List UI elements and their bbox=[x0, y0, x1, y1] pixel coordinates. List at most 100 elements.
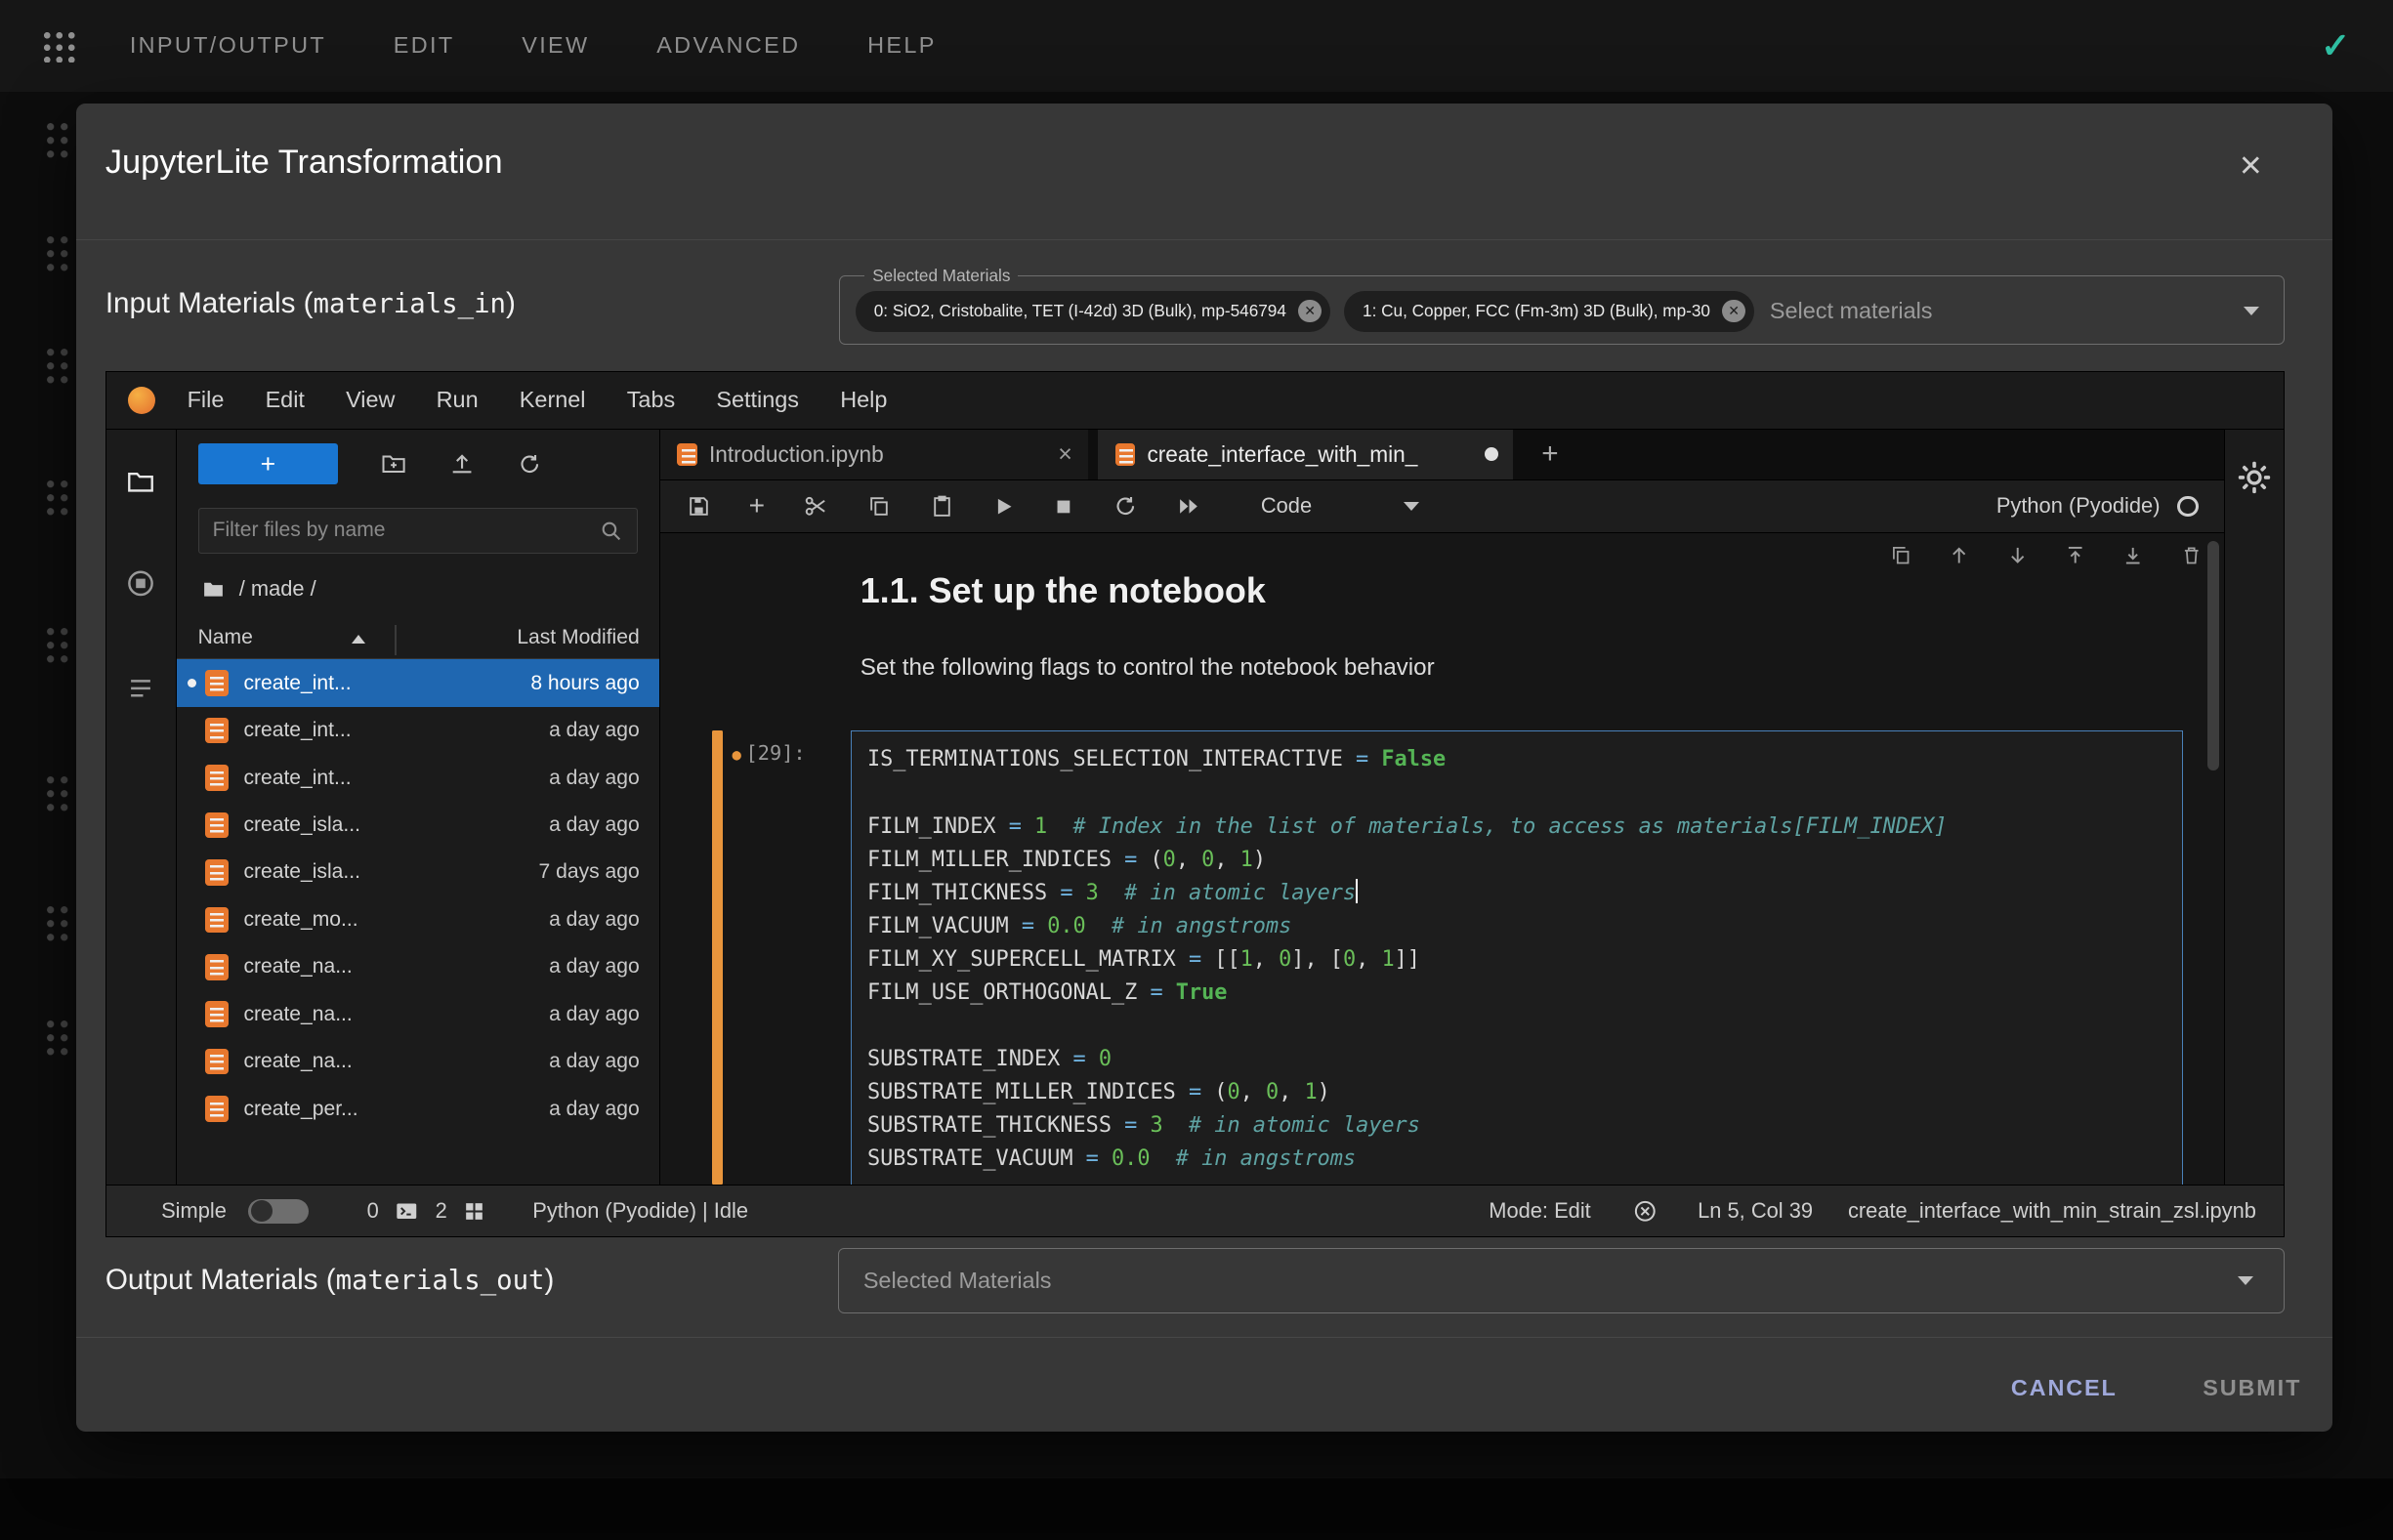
material-chip[interactable]: 1: Cu, Copper, FCC (Fm-3m) 3D (Bulk), mp… bbox=[1344, 291, 1754, 332]
topbar-menu-item[interactable]: VIEW bbox=[522, 32, 589, 59]
output-materials-placeholder: Selected Materials bbox=[863, 1268, 1052, 1294]
jupyter-menu-item[interactable]: Run bbox=[437, 387, 479, 413]
column-last-modified: Last Modified bbox=[517, 626, 639, 649]
material-chip-label: 1: Cu, Copper, FCC (Fm-3m) 3D (Bulk), mp… bbox=[1363, 301, 1710, 321]
material-chip[interactable]: 0: SiO2, Cristobalite, TET (I-42d) 3D (B… bbox=[856, 291, 1330, 332]
workflow-drag-handle bbox=[46, 348, 72, 388]
kernel-count[interactable]: 0 bbox=[367, 1198, 379, 1224]
jupyter-menu-item[interactable]: Kernel bbox=[520, 387, 586, 413]
file-row[interactable]: create_na...a day ago bbox=[177, 943, 659, 990]
file-row[interactable]: create_na...a day ago bbox=[177, 1038, 659, 1085]
file-row[interactable]: create_mo...a day ago bbox=[177, 896, 659, 943]
chevron-down-icon[interactable] bbox=[2244, 307, 2259, 315]
code-line bbox=[867, 776, 2182, 810]
cut-cells-icon[interactable] bbox=[803, 493, 829, 520]
topbar-menu-item[interactable]: INPUT/OUTPUT bbox=[130, 32, 326, 59]
kernel-name[interactable]: Python (Pyodide) bbox=[1996, 493, 2161, 519]
notebook-main-area: Introduction.ipynb × create_interface_wi… bbox=[660, 430, 2224, 1185]
file-row[interactable]: create_per...a day ago bbox=[177, 1085, 659, 1132]
file-row[interactable]: create_isla...7 days ago bbox=[177, 849, 659, 895]
submit-button[interactable]: SUBMIT bbox=[2203, 1375, 2301, 1401]
table-of-contents-icon[interactable] bbox=[126, 674, 155, 703]
jupyter-menu-item[interactable]: Edit bbox=[266, 387, 305, 413]
insert-cell-below-icon[interactable] bbox=[2121, 544, 2144, 566]
move-cell-up-icon[interactable] bbox=[1948, 544, 1970, 566]
file-row[interactable]: create_int...a day ago bbox=[177, 707, 659, 754]
cancel-button[interactable]: CANCEL bbox=[2011, 1375, 2118, 1401]
file-filter-input[interactable] bbox=[213, 519, 599, 542]
code-line: FILM_XY_SUPERCELL_MATRIX = [[1, 0], [0, … bbox=[867, 943, 2182, 977]
insert-cell-icon[interactable]: + bbox=[749, 492, 765, 520]
output-materials-label: Output Materials (materials_out) bbox=[105, 1264, 555, 1297]
new-folder-icon[interactable] bbox=[380, 450, 407, 478]
terminal-icon bbox=[394, 1198, 420, 1225]
circle-x-icon[interactable] bbox=[1632, 1198, 1658, 1225]
stop-kernel-icon[interactable] bbox=[1053, 496, 1074, 518]
cell-toolbar bbox=[1890, 544, 2203, 566]
workflow-drag-handle bbox=[46, 775, 72, 815]
duplicate-cell-icon[interactable] bbox=[1890, 544, 1912, 566]
copy-cells-icon[interactable] bbox=[867, 494, 892, 519]
selected-materials-field[interactable]: Selected Materials 0: SiO2, Cristobalite… bbox=[839, 266, 2285, 345]
file-modified: 7 days ago bbox=[539, 860, 659, 884]
insert-cell-above-icon[interactable] bbox=[2064, 544, 2086, 566]
file-modified: a day ago bbox=[549, 1098, 659, 1121]
new-launcher-button[interactable]: + bbox=[198, 443, 339, 484]
close-icon[interactable]: × bbox=[2240, 146, 2262, 185]
file-row[interactable]: create_int...8 hours ago bbox=[177, 659, 659, 706]
terminal-count[interactable]: 2 bbox=[436, 1198, 447, 1224]
active-filename: create_interface_with_min_strain_zsl.ipy… bbox=[1848, 1198, 2256, 1224]
refresh-icon[interactable] bbox=[517, 451, 543, 478]
app-logo-icon[interactable] bbox=[41, 29, 74, 62]
output-materials-select[interactable]: Selected Materials bbox=[838, 1248, 2285, 1313]
topbar-menu-item[interactable]: EDIT bbox=[394, 32, 455, 59]
file-row[interactable]: create_isla...a day ago bbox=[177, 802, 659, 849]
file-browser-icon[interactable] bbox=[126, 467, 156, 497]
upload-icon[interactable] bbox=[448, 450, 476, 478]
file-browser-panel: + bbox=[177, 430, 660, 1185]
file-row[interactable]: create_na...a day ago bbox=[177, 991, 659, 1038]
restart-run-all-icon[interactable] bbox=[1177, 494, 1201, 519]
breadcrumb[interactable]: / made / bbox=[177, 576, 659, 602]
file-browser-toolbar: + bbox=[177, 430, 659, 498]
file-name: create_na... bbox=[243, 1003, 352, 1026]
extensions-grid-icon[interactable] bbox=[462, 1199, 486, 1224]
restart-kernel-icon[interactable] bbox=[1113, 493, 1139, 520]
new-tab-button[interactable]: + bbox=[1524, 430, 1575, 479]
jupyter-menu-item[interactable]: Settings bbox=[716, 387, 799, 413]
chip-remove-icon[interactable]: ✕ bbox=[1722, 300, 1744, 322]
notebook-file-icon bbox=[205, 907, 228, 934]
cell-collapser-bar[interactable] bbox=[712, 730, 723, 1185]
chip-remove-icon[interactable]: ✕ bbox=[1298, 300, 1321, 322]
code-line: SUBSTRATE_MILLER_INDICES = (0, 0, 1) bbox=[867, 1076, 2182, 1109]
topbar-menu-item[interactable]: ADVANCED bbox=[656, 32, 800, 59]
delete-cell-icon[interactable] bbox=[2180, 544, 2203, 566]
running-sessions-icon[interactable] bbox=[125, 567, 157, 600]
simple-mode-toggle[interactable] bbox=[248, 1199, 310, 1224]
cell-type-select[interactable]: Code bbox=[1261, 493, 1420, 519]
file-list-header[interactable]: Name Last Modified bbox=[177, 621, 659, 659]
paste-cells-icon[interactable] bbox=[930, 494, 954, 519]
jupyter-menu-item[interactable]: File bbox=[188, 387, 225, 413]
topbar-menu-item[interactable]: HELP bbox=[867, 32, 937, 59]
jupyter-menu-item[interactable]: Tabs bbox=[627, 387, 675, 413]
jupyter-status-bar: Simple 0 2 Python (Pyodide) | Idle Mode:… bbox=[106, 1185, 2284, 1236]
file-row[interactable]: create_int...a day ago bbox=[177, 754, 659, 801]
cursor-position[interactable]: Ln 5, Col 39 bbox=[1698, 1198, 1813, 1224]
notebook-file-icon bbox=[205, 718, 228, 744]
settings-gear-icon[interactable] bbox=[2237, 460, 2272, 495]
tab-create-interface[interactable]: create_interface_with_min_ bbox=[1098, 430, 1513, 479]
notebook-scrollbar[interactable] bbox=[2207, 541, 2220, 770]
run-cell-icon[interactable] bbox=[992, 495, 1015, 518]
tab-introduction[interactable]: Introduction.ipynb × bbox=[660, 430, 1088, 479]
jupyter-menu-item[interactable]: View bbox=[346, 387, 395, 413]
input-materials-label: Input Materials (materials_in) bbox=[105, 287, 516, 320]
notebook-content[interactable]: 1.1. Set up the notebook Set the followi… bbox=[660, 533, 2224, 1185]
code-cell[interactable]: IS_TERMINATIONS_SELECTION_INTERACTIVE = … bbox=[851, 730, 2183, 1185]
save-icon[interactable] bbox=[687, 494, 711, 519]
jupyter-menu-item[interactable]: Help bbox=[840, 387, 887, 413]
close-tab-icon[interactable]: × bbox=[1058, 442, 1072, 467]
code-editor[interactable]: IS_TERMINATIONS_SELECTION_INTERACTIVE = … bbox=[867, 743, 2182, 1176]
kernel-status[interactable]: Python (Pyodide) | Idle bbox=[532, 1198, 748, 1224]
move-cell-down-icon[interactable] bbox=[2006, 544, 2029, 566]
